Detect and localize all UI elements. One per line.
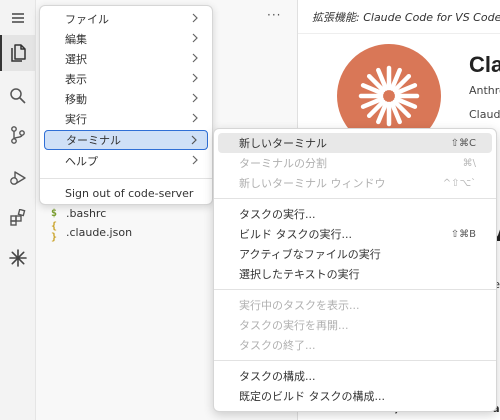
submenu-item-run-task[interactable]: タスクの実行... (218, 204, 492, 224)
chevron-right-icon (191, 135, 197, 145)
submenu-item-restart-task: タスクの実行を再開... (218, 315, 492, 335)
menu-item-terminal[interactable]: ターミナル (44, 130, 208, 150)
json-file-icon: { } (50, 221, 58, 243)
submenu-item-label: 選択したテキストの実行 (239, 268, 360, 281)
submenu-item-label: 新しいターミナル ウィンドウ (239, 177, 386, 190)
activity-bar (0, 0, 36, 420)
chevron-right-icon (192, 33, 198, 43)
submenu-item-label: 新しいターミナル (239, 137, 327, 150)
shortcut-label: ^⇧⌥` (442, 177, 476, 189)
submenu-item-run-active-file[interactable]: アクティブなファイルの実行 (218, 244, 492, 264)
run-debug-icon[interactable] (0, 160, 36, 196)
file-item-bashrc[interactable]: $ .bashrc (48, 204, 106, 222)
shortcut-label: ⌘\ (462, 157, 476, 169)
submenu-item-label: ターミナルの分割 (239, 157, 327, 170)
menu-separator (214, 360, 496, 361)
menu-item-label: 表示 (65, 73, 87, 86)
chevron-right-icon (192, 73, 198, 83)
menu-item-edit[interactable]: 編集 (44, 29, 208, 49)
extension-description: Claude (469, 108, 500, 121)
submenu-item-run-selected-text[interactable]: 選択したテキストの実行 (218, 264, 492, 284)
submenu-item-label: 既定のビルド タスクの構成... (239, 390, 385, 403)
menu-item-view[interactable]: 表示 (44, 69, 208, 89)
menu-separator (214, 198, 496, 199)
chevron-right-icon (192, 155, 198, 165)
submenu-item-label: 実行中のタスクを表示... (239, 299, 360, 312)
menu-item-label: 編集 (65, 33, 87, 46)
chevron-right-icon (192, 13, 198, 23)
file-name: .claude.json (66, 225, 133, 239)
claude-starburst-icon (358, 65, 420, 127)
menu-item-label: 実行 (65, 113, 87, 126)
submenu-item-show-running-tasks: 実行中のタスクを表示... (218, 295, 492, 315)
chevron-right-icon (192, 93, 198, 103)
files-icon[interactable] (0, 35, 36, 71)
menu-item-label: Sign out of code-server (65, 186, 194, 200)
submenu-item-label: ビルド タスクの実行... (239, 228, 352, 241)
menu-item-label: 移動 (65, 93, 87, 106)
extension-publisher[interactable]: Anthro (469, 84, 500, 97)
editor-tab[interactable]: 拡張機能: Claude Code for VS Code (298, 0, 500, 34)
shortcut-label: ⇧⌘B (450, 228, 476, 240)
source-control-icon[interactable] (0, 117, 36, 153)
menu-icon[interactable] (0, 0, 36, 36)
tab-title: 拡張機能: Claude Code for VS Code (312, 10, 500, 24)
shortcut-label: ⇧⌘C (450, 137, 476, 149)
submenu-item-new-terminal-window: 新しいターミナル ウィンドウ ^⇧⌥` (218, 173, 492, 193)
submenu-item-label: タスクの終了... (239, 339, 316, 352)
submenu-item-label: タスクの実行... (239, 208, 316, 221)
menu-item-sign-out[interactable]: Sign out of code-server (44, 183, 208, 203)
menu-item-selection[interactable]: 選択 (44, 49, 208, 69)
file-name: .bashrc (66, 206, 107, 220)
submenu-item-label: アクティブなファイルの実行 (239, 248, 381, 261)
submenu-item-split-terminal: ターミナルの分割 ⌘\ (218, 153, 492, 173)
menu-item-label: ターミナル (66, 134, 121, 147)
menu-item-help[interactable]: ヘルプ (44, 151, 208, 171)
menu-item-go[interactable]: 移動 (44, 89, 208, 109)
claude-icon[interactable] (0, 240, 36, 276)
terminal-submenu: 新しいターミナル ⇧⌘C ターミナルの分割 ⌘\ 新しいターミナル ウィンドウ … (213, 128, 497, 412)
submenu-item-new-terminal[interactable]: 新しいターミナル ⇧⌘C (218, 133, 492, 153)
application-menu: ファイル 編集 選択 表示 移動 実行 ターミナル ヘルプ Sign out o… (39, 5, 213, 205)
more-actions-icon[interactable]: ··· (267, 8, 281, 22)
submenu-item-label: タスクの構成... (239, 370, 316, 383)
extension-title: Clau (469, 52, 500, 77)
search-icon[interactable] (0, 78, 36, 114)
menu-separator (40, 178, 212, 179)
chevron-right-icon (192, 113, 198, 123)
menu-separator (214, 289, 496, 290)
submenu-item-run-build-task[interactable]: ビルド タスクの実行... ⇧⌘B (218, 224, 492, 244)
submenu-item-terminate-task: タスクの終了... (218, 335, 492, 355)
menu-item-run[interactable]: 実行 (44, 109, 208, 129)
submenu-item-label: タスクの実行を再開... (239, 319, 349, 332)
extensions-icon[interactable] (0, 200, 36, 236)
chevron-right-icon (192, 53, 198, 63)
submenu-item-configure-default-build-task[interactable]: 既定のビルド タスクの構成... (218, 386, 492, 406)
menu-item-label: ヘルプ (65, 155, 98, 168)
menu-item-file[interactable]: ファイル (44, 9, 208, 29)
file-item-claude-json[interactable]: { } .claude.json (48, 221, 133, 243)
shell-file-icon: $ (50, 207, 58, 219)
menu-item-label: ファイル (65, 13, 109, 26)
menu-item-label: 選択 (65, 53, 87, 66)
submenu-item-configure-tasks[interactable]: タスクの構成... (218, 366, 492, 386)
